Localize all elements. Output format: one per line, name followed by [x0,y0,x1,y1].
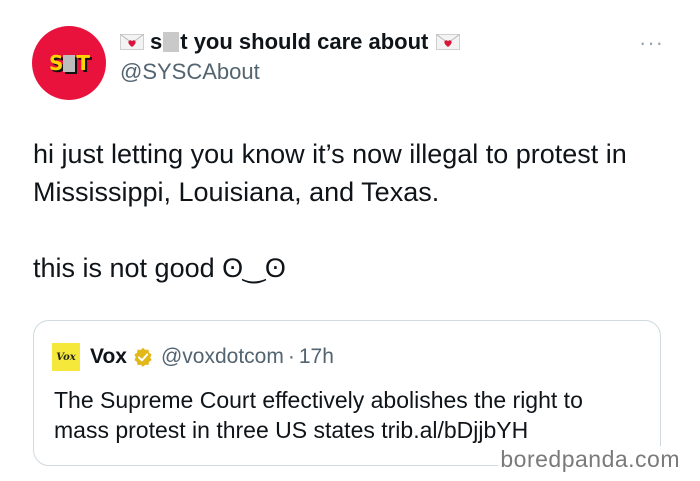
vox-logo-text: Vox [56,351,76,363]
avatar[interactable]: S T [32,26,106,100]
author-header: s t you should care about @SYSCAbout [120,28,461,86]
display-name-prefix: s [150,29,163,54]
censor-block [163,32,180,52]
quoted-tweet[interactable]: Vox Vox @voxdotcom · 17h The Supreme Cou… [33,320,661,466]
tweet-card: S T s t you should care about @SYSCAbout… [0,0,700,481]
avatar-logo: S T [48,51,90,75]
verified-badge-icon [134,347,152,367]
quoted-author-name[interactable]: Vox [90,345,127,369]
vox-logo[interactable]: Vox [52,343,80,371]
avatar-letter-left: S [48,51,63,75]
quoted-tweet-text: The Supreme Court effectively abolishes … [54,387,583,443]
more-dots-icon: ··· [639,30,664,55]
heart-envelope-icon [120,34,144,50]
display-name-suffix: t you should care about [180,29,429,54]
tweet-body: hi just letting you know it’s now illega… [33,135,673,287]
separator-dot: · [287,345,295,368]
avatar-censor-block [63,54,76,72]
display-name[interactable]: s t you should care about [120,28,461,56]
quoted-timestamp[interactable]: 17h [299,345,334,369]
more-options-button[interactable]: ··· [639,30,664,56]
quoted-author-handle[interactable]: @voxdotcom [161,345,284,369]
author-handle[interactable]: @SYSCAbout [120,58,460,86]
tweet-paragraph: hi just letting you know it’s now illega… [33,139,627,207]
heart-envelope-icon [436,34,461,50]
quoted-tweet-header: Vox Vox @voxdotcom · 17h [52,343,334,371]
watermark: boredpanda.com [498,446,682,473]
tweet-paragraph: this is not good ʘ‿ʘ [33,253,286,283]
avatar-letter-right: T [76,51,90,75]
